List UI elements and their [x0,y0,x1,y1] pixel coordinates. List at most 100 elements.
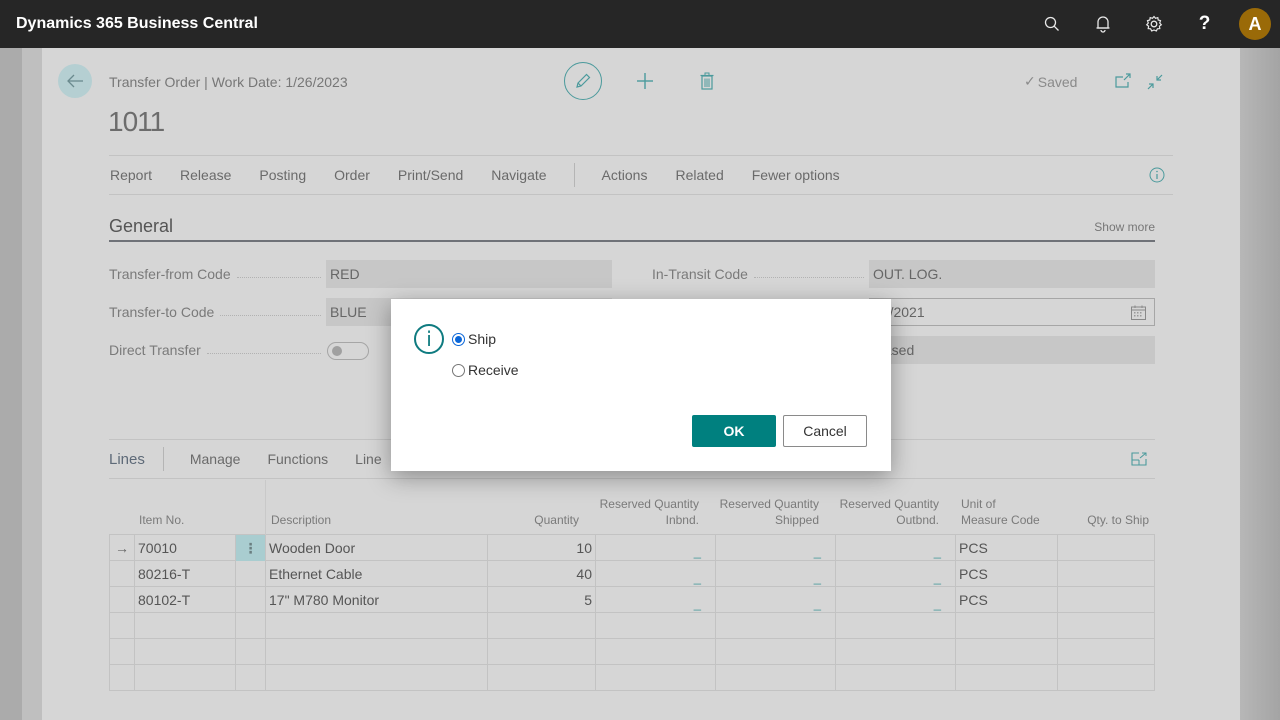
row-marker-cell[interactable] [109,561,134,587]
cell-description[interactable]: 17" M780 Monitor [265,587,487,613]
row-menu-cell[interactable] [235,613,265,639]
help-icon[interactable]: ? [1179,0,1230,48]
cell-item-no[interactable] [134,613,235,639]
option-ship[interactable]: Ship [452,331,496,347]
cell-unit-of-measure[interactable] [955,639,1057,665]
in-transit-code-field[interactable]: OUT. LOG. [869,260,1155,288]
cell-reserved-outbnd[interactable]: _ [835,587,955,613]
date-field[interactable]: 27/2021 [869,298,1155,326]
lines-section-title[interactable]: Lines [109,451,145,468]
cell-reserved-inbnd[interactable]: _ [595,587,715,613]
cell-reserved-shipped[interactable]: _ [715,587,835,613]
cell-reserved-outbnd[interactable]: _ [835,535,955,561]
cell-description[interactable] [265,665,487,691]
table-row[interactable]: 80216-T Ethernet Cable 40 _ _ _ PCS [109,561,1155,587]
row-menu-cell[interactable] [235,639,265,665]
cancel-button[interactable]: Cancel [783,415,867,447]
collapse-button[interactable] [1146,73,1164,96]
cell-description[interactable]: Ethernet Cable [265,561,487,587]
ok-button[interactable]: OK [692,415,776,447]
cell-reserved-inbnd[interactable] [595,639,715,665]
cell-quantity[interactable] [487,613,595,639]
cell-quantity[interactable] [487,639,595,665]
action-print-send[interactable]: Print/Send [398,167,476,183]
action-report[interactable]: Report [110,167,165,183]
col-header-item-no[interactable]: Item No. [139,512,184,528]
radio-ship[interactable] [452,332,465,346]
action-order[interactable]: Order [334,167,383,183]
bell-icon[interactable] [1077,0,1128,48]
cell-unit-of-measure[interactable]: PCS [955,535,1057,561]
table-row[interactable]: 80102-T 17" M780 Monitor 5 _ _ _ PCS [109,587,1155,613]
action-posting[interactable]: Posting [259,167,319,183]
search-icon[interactable] [1026,0,1077,48]
cell-qty-to-ship[interactable] [1057,639,1155,665]
info-pane-button[interactable] [1149,167,1165,186]
cell-reserved-inbnd[interactable]: _ [595,535,715,561]
cell-item-no[interactable] [134,639,235,665]
lines-manage-menu[interactable]: Manage [190,451,241,467]
lines-functions-menu[interactable]: Functions [267,451,328,467]
col-header-reserved-outbnd[interactable]: Reserved Quantity Outbnd. [829,496,939,528]
action-release[interactable]: Release [180,167,244,183]
option-receive[interactable]: Receive [452,362,519,378]
cell-qty-to-ship[interactable] [1057,535,1155,561]
cell-reserved-outbnd[interactable] [835,613,955,639]
calendar-icon[interactable] [1131,305,1146,323]
cell-description[interactable] [265,639,487,665]
avatar[interactable]: A [1239,8,1271,40]
col-header-quantity[interactable]: Quantity [489,512,579,528]
empty-table-row[interactable] [109,639,1155,665]
delete-button[interactable] [688,62,726,100]
cell-unit-of-measure[interactable] [955,613,1057,639]
cell-qty-to-ship[interactable] [1057,561,1155,587]
cell-reserved-inbnd[interactable]: _ [595,561,715,587]
row-menu-cell[interactable] [235,665,265,691]
cell-unit-of-measure[interactable] [955,665,1057,691]
col-header-unit-of-measure[interactable]: Unit of Measure Code [961,496,1040,528]
col-header-reserved-inbnd[interactable]: Reserved Quantity Inbnd. [589,496,699,528]
status-field[interactable]: leased [869,336,1155,364]
cell-reserved-inbnd[interactable] [595,665,715,691]
cell-qty-to-ship[interactable] [1057,665,1155,691]
cell-quantity[interactable]: 5 [487,587,595,613]
row-marker-cell[interactable] [109,665,134,691]
col-header-reserved-shipped[interactable]: Reserved Quantity Shipped [709,496,819,528]
action-fewer-options[interactable]: Fewer options [752,167,853,183]
selected-row-arrow-icon[interactable]: → [109,535,134,561]
cell-reserved-shipped[interactable] [715,613,835,639]
cell-item-no[interactable] [134,665,235,691]
show-more-link[interactable]: Show more [1094,220,1155,234]
cell-item-no[interactable]: 80102-T [134,587,235,613]
cell-quantity[interactable]: 40 [487,561,595,587]
action-related[interactable]: Related [675,167,736,183]
empty-table-row[interactable] [109,665,1155,691]
cell-unit-of-measure[interactable]: PCS [955,561,1057,587]
row-menu-cell[interactable] [235,561,265,587]
col-header-qty-to-ship[interactable]: Qty. to Ship [1059,512,1149,528]
cell-qty-to-ship[interactable] [1057,613,1155,639]
gear-icon[interactable] [1128,0,1179,48]
edit-button[interactable] [564,62,602,100]
cell-unit-of-measure[interactable]: PCS [955,587,1057,613]
col-header-description[interactable]: Description [271,512,331,528]
row-marker-cell[interactable] [109,639,134,665]
direct-transfer-toggle[interactable] [327,342,369,360]
cell-description[interactable]: Wooden Door [265,535,487,561]
row-menu-icon[interactable]: ⋮ [235,535,265,561]
action-actions[interactable]: Actions [602,167,661,183]
cell-reserved-shipped[interactable]: _ [715,535,835,561]
cell-reserved-shipped[interactable] [715,665,835,691]
cell-reserved-shipped[interactable] [715,639,835,665]
open-in-new-window-button[interactable] [1114,73,1132,94]
cell-quantity[interactable] [487,665,595,691]
row-marker-cell[interactable] [109,613,134,639]
row-marker-cell[interactable] [109,587,134,613]
transfer-from-code-field[interactable]: RED [326,260,612,288]
cell-reserved-shipped[interactable]: _ [715,561,835,587]
cell-reserved-outbnd[interactable]: _ [835,561,955,587]
cell-reserved-outbnd[interactable] [835,665,955,691]
cell-reserved-inbnd[interactable] [595,613,715,639]
action-navigate[interactable]: Navigate [491,167,559,183]
general-section-title[interactable]: General [109,216,173,237]
